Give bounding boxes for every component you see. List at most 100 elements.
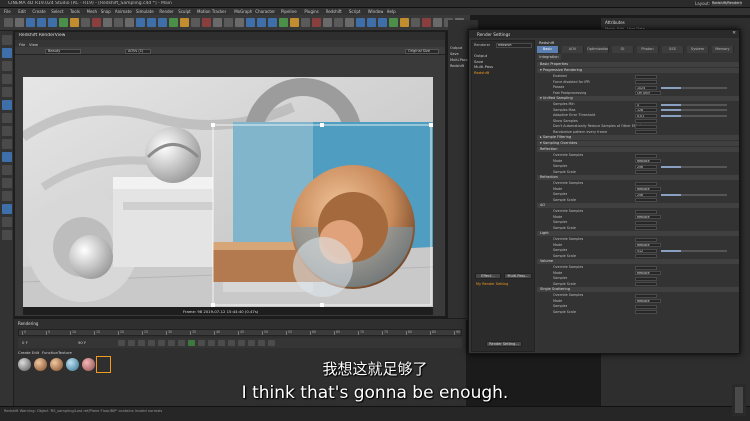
playback-button[interactable] [248,340,255,346]
menu-item[interactable]: Motion Tracker [197,9,226,14]
setting-value-field[interactable] [635,304,657,309]
playback-button[interactable] [198,340,205,346]
frame-end-field[interactable]: 90 F [78,340,86,345]
setting-value-field[interactable] [635,153,657,158]
settings-section-header[interactable]: Basic Properties [537,62,739,67]
settings-section-header[interactable]: Volume [537,259,739,264]
object-list-item[interactable]: Output [450,46,462,50]
menu-item[interactable]: Redshift [326,9,342,14]
toolbar-button[interactable] [246,18,255,27]
tab-integration[interactable]: Integration [537,54,561,60]
toolbar-button[interactable] [125,18,134,27]
toolbar-button[interactable] [400,18,409,27]
toolbar-button[interactable] [301,18,310,27]
settings-section-header[interactable]: ▾ Sampling Overrides [537,141,739,146]
settings-section-header[interactable]: ▾ Progressive Rendering [537,68,739,73]
playback-button[interactable] [188,340,195,346]
setting-value-field[interactable]: Replace [635,271,661,275]
setting-value-field[interactable]: Off Only [635,91,661,95]
beauty-select[interactable]: Beauty [45,48,81,54]
tool-button[interactable] [2,191,12,201]
playback-button[interactable] [138,340,145,346]
setting-value-field[interactable] [635,293,657,298]
setting-slider[interactable] [661,165,727,168]
toolbar-button[interactable] [158,18,167,27]
setting-value-field[interactable] [635,209,657,214]
setting-value-field[interactable]: Replace [635,243,661,247]
setting-value-field[interactable] [635,124,657,129]
setting-slider[interactable] [661,86,727,89]
mat-menu-texture[interactable]: Texture [58,350,72,355]
settings-section-header[interactable]: Single Scattering [537,287,739,292]
setting-value-field[interactable]: Replace [635,299,661,303]
toolbar-button[interactable] [356,18,365,27]
playback-button[interactable] [158,340,165,346]
effect-button[interactable]: Effect... [475,273,501,279]
tool-button[interactable] [2,204,12,214]
setting-value-field[interactable] [635,276,657,281]
playback-button[interactable] [118,340,125,346]
settings-tab[interactable]: Photon [637,46,659,53]
setting-value-field[interactable] [635,198,657,202]
render-setting-button[interactable]: Render Setting... [486,341,522,347]
toolbar-button[interactable] [389,18,398,27]
playback-button[interactable] [258,340,265,346]
settings-section-header[interactable]: ▾ Unified Sampling [537,96,739,101]
settings-section-header[interactable]: Reflection [537,147,739,152]
toolbar-button[interactable] [59,18,68,27]
playback-button[interactable] [238,340,245,346]
playback-button[interactable] [178,340,185,346]
setting-value-field[interactable] [635,130,657,134]
object-list-item[interactable]: Multi-Pass [450,58,468,62]
tool-button[interactable] [2,48,12,58]
render-settings-list-item[interactable]: Output [474,53,487,58]
toolbar-button[interactable] [169,18,178,27]
tool-button[interactable] [2,165,12,175]
tool-button[interactable] [2,100,12,110]
settings-tab[interactable]: GI [612,46,634,53]
setting-value-field[interactable] [635,170,657,174]
settings-section-header[interactable]: Refraction [537,175,739,180]
setting-value-field[interactable] [635,237,657,242]
menu-item[interactable]: Tools [70,9,80,14]
setting-slider[interactable] [661,193,727,196]
setting-slider[interactable] [661,249,727,252]
tool-button[interactable] [2,87,12,97]
renderer-select[interactable]: Redshift [496,42,532,48]
settings-tab[interactable]: Optimization [587,46,609,53]
menu-item[interactable]: Animate [115,9,132,14]
toolbar-button[interactable] [114,18,123,27]
menu-item[interactable]: Create [32,9,45,14]
object-list-item[interactable]: Save [450,52,459,56]
setting-value-field[interactable]: Replace [635,215,661,219]
setting-value-field[interactable] [635,220,657,225]
playback-button[interactable] [218,340,225,346]
tool-button[interactable] [2,113,12,123]
my-render-setting[interactable]: My Render Setting [476,282,508,286]
playback-button[interactable] [208,340,215,346]
toolbar-button[interactable] [37,18,46,27]
tool-button[interactable] [2,230,12,240]
toolbar-button[interactable] [136,18,145,27]
setting-slider[interactable] [661,109,727,111]
toolbar-button[interactable] [26,18,35,27]
toolbar-button[interactable] [422,18,431,27]
menu-item[interactable]: Render [159,9,173,14]
toolbar-button[interactable] [433,18,442,27]
tool-button[interactable] [2,178,12,188]
mat-menu-edit[interactable]: Edit [32,350,39,355]
toolbar-button[interactable] [213,18,222,27]
toolbar-button[interactable] [378,18,387,27]
frame-start-field[interactable]: 0 F [22,340,28,345]
toolbar-button[interactable] [290,18,299,27]
toolbar-button[interactable] [4,18,13,27]
aovs-select[interactable]: AOVs (1) [125,48,151,54]
toolbar-button[interactable] [279,18,288,27]
toolbar-button[interactable] [268,18,277,27]
mat-menu-create[interactable]: Create [18,350,31,355]
setting-value-field[interactable]: 256 [635,164,657,169]
toolbar-button[interactable] [345,18,354,27]
playback-button[interactable] [148,340,155,346]
setting-value-field[interactable] [635,254,657,258]
toolbar-button[interactable] [180,18,189,27]
